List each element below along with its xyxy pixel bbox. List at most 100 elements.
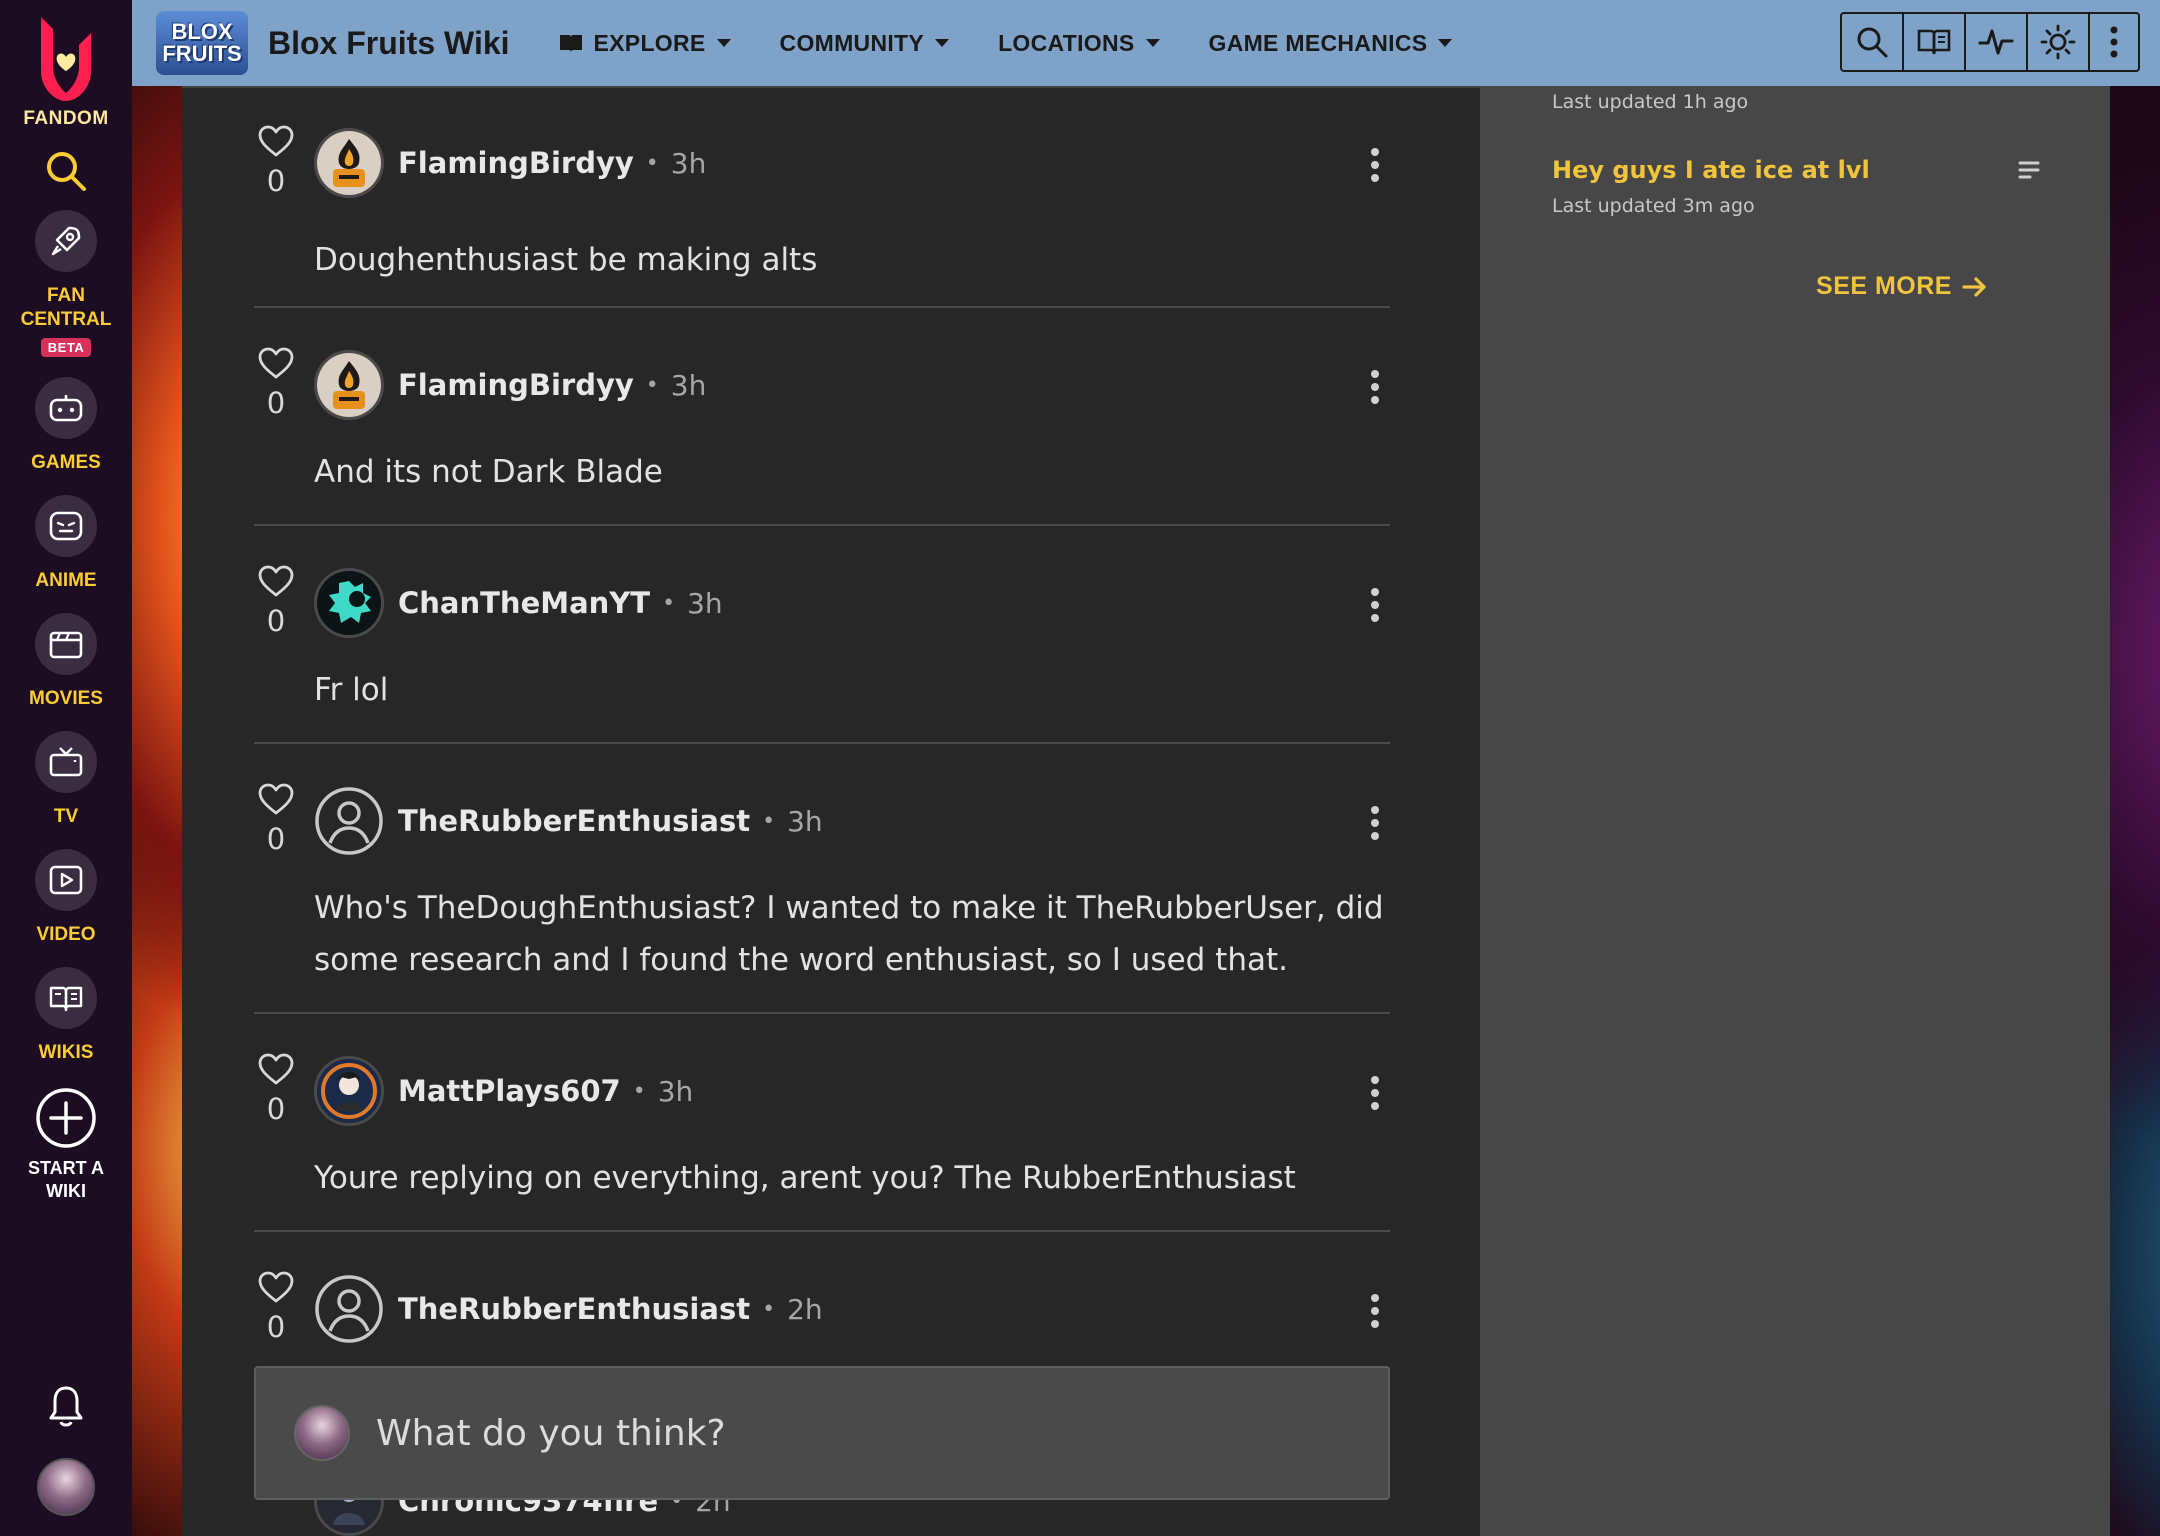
comment-more-icon[interactable] bbox=[1360, 580, 1390, 630]
like-control: 0 bbox=[254, 124, 298, 198]
comment-time: 3h bbox=[670, 368, 707, 402]
reply-placeholder: What do you think? bbox=[376, 1412, 726, 1454]
gamepad-icon bbox=[35, 377, 97, 439]
rail-item-tv[interactable]: TV bbox=[35, 731, 97, 829]
flame-avatar[interactable] bbox=[314, 128, 384, 198]
rail-item-video[interactable]: VIDEO bbox=[35, 849, 97, 947]
comment-username[interactable]: MattPlays607 bbox=[398, 1074, 621, 1108]
comment-item: 0 ChanTheManYT • 3h Fr lol bbox=[254, 526, 1390, 744]
nav-locations[interactable]: LOCATIONS bbox=[998, 30, 1160, 57]
comment-time: 2h bbox=[787, 1292, 823, 1326]
nav-explore[interactable]: EXPLORE bbox=[558, 30, 732, 57]
user-avatar[interactable] bbox=[37, 1458, 95, 1516]
separator-dot: • bbox=[645, 372, 659, 398]
discussion-updated: Last updated 3m ago bbox=[1552, 195, 1755, 217]
like-count: 0 bbox=[266, 604, 286, 638]
default-avatar-icon[interactable] bbox=[314, 1274, 384, 1344]
start-a-wiki-label: START A WIKI bbox=[28, 1158, 104, 1201]
comment-more-icon[interactable] bbox=[1360, 798, 1390, 848]
heart-icon[interactable] bbox=[257, 346, 295, 380]
matt-avatar[interactable] bbox=[314, 1056, 384, 1126]
like-count: 0 bbox=[266, 164, 286, 198]
comment-text: And its not Dark Blade bbox=[314, 454, 663, 490]
comment-more-icon[interactable] bbox=[1360, 140, 1390, 190]
open-book-icon bbox=[35, 967, 97, 1029]
list-lines-icon bbox=[2018, 160, 2040, 184]
comment-header: ChanTheManYT • 3h bbox=[314, 568, 723, 638]
comments-panel: 0 FlamingBirdyy • 3h Doughenthusiast be … bbox=[182, 86, 1480, 1536]
comment-header: TheRubberEnthusiast • 3h bbox=[314, 786, 823, 856]
play-icon bbox=[35, 849, 97, 911]
tv-icon bbox=[35, 731, 97, 793]
discussion-link[interactable]: Hey guys I ate ice at lvl bbox=[1552, 156, 1870, 184]
heart-icon[interactable] bbox=[257, 124, 295, 158]
wiki-title[interactable]: Blox Fruits Wiki bbox=[268, 25, 510, 62]
comment-text: Doughenthusiast be making alts bbox=[314, 242, 818, 278]
rail-item-label: TV bbox=[53, 806, 79, 827]
rail-search-icon[interactable] bbox=[41, 146, 91, 196]
like-control: 0 bbox=[254, 1270, 298, 1344]
like-control: 0 bbox=[254, 564, 298, 638]
comment-item: 0 FlamingBirdyy • 3h And its not Dark Bl… bbox=[254, 308, 1390, 526]
clapperboard-icon bbox=[35, 613, 97, 675]
flame-avatar[interactable] bbox=[314, 350, 384, 420]
default-avatar-icon[interactable] bbox=[314, 786, 384, 856]
see-more-link[interactable]: SEE MORE bbox=[1816, 272, 1988, 301]
theme-sun-icon[interactable] bbox=[2028, 14, 2090, 70]
rail-item-label: MOVIES bbox=[29, 688, 103, 709]
comment-header: TheRubberEnthusiast • 2h bbox=[314, 1274, 823, 1344]
comment-username[interactable]: ChanTheManYT bbox=[398, 586, 650, 620]
start-a-wiki-button[interactable]: START A WIKI bbox=[11, 1087, 121, 1203]
wiki-content-book-icon[interactable] bbox=[1904, 14, 1966, 70]
more-vertical-icon[interactable] bbox=[2090, 14, 2138, 70]
like-count: 0 bbox=[266, 822, 286, 856]
heart-icon[interactable] bbox=[257, 1052, 295, 1086]
activity-pulse-icon[interactable] bbox=[1966, 14, 2028, 70]
comment-time: 3h bbox=[787, 804, 823, 838]
heart-icon[interactable] bbox=[257, 1270, 295, 1304]
like-count: 0 bbox=[266, 1310, 286, 1344]
comment-more-icon[interactable] bbox=[1360, 1068, 1390, 1118]
nav-game-mechanics[interactable]: GAME MECHANICS bbox=[1209, 30, 1454, 57]
see-more-label: SEE MORE bbox=[1816, 272, 1952, 300]
heart-icon[interactable] bbox=[257, 564, 295, 598]
comment-more-icon[interactable] bbox=[1360, 362, 1390, 412]
comment-header: FlamingBirdyy • 3h bbox=[314, 350, 706, 420]
rail-item-label: ANIME bbox=[35, 570, 97, 591]
like-control: 0 bbox=[254, 346, 298, 420]
rail-item-fan-central[interactable]: FAN CENTRAL BETA bbox=[11, 210, 121, 357]
nav-locations-label: LOCATIONS bbox=[998, 29, 1135, 56]
comment-username[interactable]: TheRubberEnthusiast bbox=[398, 804, 750, 838]
rail-item-wikis[interactable]: WIKIS bbox=[35, 967, 97, 1065]
chevron-down-icon bbox=[1145, 39, 1160, 47]
reply-input[interactable]: What do you think? bbox=[254, 1366, 1390, 1500]
search-icon[interactable] bbox=[1842, 14, 1904, 70]
wiki-logo[interactable]: BLOX FRUITS bbox=[156, 11, 248, 75]
rail-item-label: WIKIS bbox=[38, 1042, 94, 1063]
comment-username[interactable]: FlamingBirdyy bbox=[398, 368, 634, 402]
comment-more-icon[interactable] bbox=[1360, 1286, 1390, 1336]
comment-item: 0 TheRubberEnthusiast • 3h Who's TheDoug… bbox=[254, 744, 1390, 1014]
comment-time: 3h bbox=[670, 146, 707, 180]
fandom-brand[interactable]: FANDOM bbox=[23, 108, 108, 130]
rail-item-anime[interactable]: ANIME bbox=[35, 495, 97, 593]
prev-discussion-updated: Last updated 1h ago bbox=[1552, 91, 1749, 113]
beta-badge: BETA bbox=[40, 338, 92, 357]
comment-item: 0 FlamingBirdyy • 3h Doughenthusiast be … bbox=[254, 86, 1390, 308]
header-tools bbox=[1840, 12, 2140, 72]
comment-username[interactable]: FlamingBirdyy bbox=[398, 146, 634, 180]
comment-username[interactable]: TheRubberEnthusiast bbox=[398, 1292, 750, 1326]
chevron-down-icon bbox=[935, 39, 950, 47]
fandom-logo-icon[interactable] bbox=[31, 12, 101, 104]
rail-item-games[interactable]: GAMES bbox=[31, 377, 101, 475]
rail-item-movies[interactable]: MOVIES bbox=[29, 613, 103, 711]
separator-dot: • bbox=[632, 1078, 646, 1104]
explore-icon bbox=[559, 35, 582, 52]
teal-avatar[interactable] bbox=[314, 568, 384, 638]
heart-icon[interactable] bbox=[257, 782, 295, 816]
notifications-bell-icon[interactable] bbox=[49, 1384, 83, 1432]
nav-game-mechanics-label: GAME MECHANICS bbox=[1208, 29, 1428, 56]
nav-community[interactable]: COMMUNITY bbox=[780, 30, 951, 57]
comments-list: 0 FlamingBirdyy • 3h Doughenthusiast be … bbox=[254, 86, 1390, 1536]
arrow-right-icon bbox=[1962, 276, 1986, 297]
